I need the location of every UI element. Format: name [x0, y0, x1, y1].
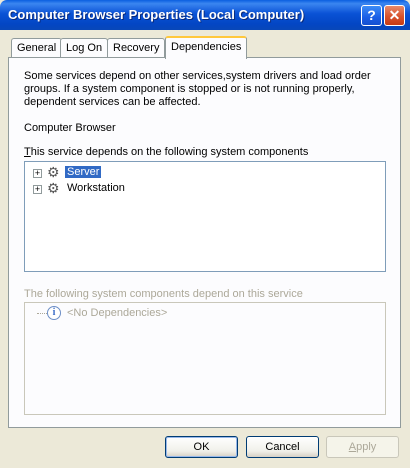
help-icon[interactable]: ? [361, 5, 382, 26]
description-text: Some services depend on other services,s… [24, 70, 371, 108]
expand-icon[interactable]: + [33, 185, 42, 194]
close-icon[interactable]: ✕ [384, 5, 405, 26]
depends-on-label-text: his service depends on the following sys… [30, 146, 309, 158]
depends-on-label-accelerator: T [24, 146, 31, 158]
dependents-tree: i <No Dependencies> [24, 302, 386, 415]
tab-log-on[interactable]: Log On [60, 38, 109, 58]
no-dependencies-item: <No Dependencies> [67, 307, 168, 319]
cancel-button[interactable]: Cancel [246, 436, 319, 458]
tab-general[interactable]: General [11, 38, 63, 58]
tree-item-label[interactable]: Workstation [65, 182, 127, 194]
tab-recovery[interactable]: Recovery [107, 38, 166, 58]
service-gear-icon: ⚙ [47, 164, 60, 180]
expand-icon[interactable]: + [33, 169, 42, 178]
apply-accelerator: A [348, 441, 357, 453]
title-bar[interactable]: Computer Browser Properties (Local Compu… [0, 0, 410, 30]
apply-label: pply [356, 441, 377, 453]
window-title: Computer Browser Properties (Local Compu… [8, 7, 305, 22]
ok-button[interactable]: OK [165, 436, 238, 458]
info-icon: i [47, 306, 61, 320]
tree-connector [37, 313, 47, 314]
service-gear-icon: ⚙ [47, 180, 60, 196]
dependencies-panel: Some services depend on other services,s… [8, 57, 401, 428]
depends-on-tree[interactable]: + ⚙ Server + ⚙ Workstation [24, 161, 386, 272]
dependents-label: The following system components depend o… [24, 288, 303, 300]
apply-button[interactable]: Apply [326, 436, 399, 458]
tree-item-label[interactable]: Server [65, 166, 102, 178]
properties-dialog: Computer Browser Properties (Local Compu… [0, 0, 410, 468]
tab-dependencies[interactable]: Dependencies [165, 36, 248, 59]
depends-on-label: This service depends on the following sy… [24, 146, 308, 158]
service-name: Computer Browser [24, 122, 116, 134]
